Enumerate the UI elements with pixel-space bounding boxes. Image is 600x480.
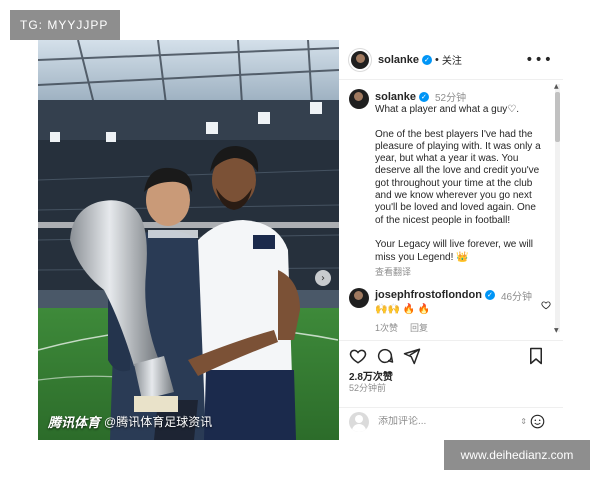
post-media[interactable]: › 腾讯体育 @腾讯体育足球资讯: [38, 40, 339, 440]
carousel-next-button[interactable]: ›: [315, 270, 331, 286]
post-photo: [38, 40, 339, 440]
scroll-up-icon[interactable]: ▲: [554, 83, 559, 90]
comment-avatar[interactable]: [349, 287, 369, 308]
sort-arrows-icon[interactable]: ⇕: [520, 417, 527, 426]
post-header: solanke ✓ • 关注 •••: [339, 40, 563, 80]
chevron-right-icon: ›: [321, 272, 325, 284]
caption-avatar[interactable]: [349, 89, 369, 109]
scroll-down-icon[interactable]: ▼: [554, 327, 559, 334]
emoji-icon[interactable]: [530, 414, 545, 429]
action-bar: [339, 340, 563, 370]
media-watermark: 腾讯体育 @腾讯体育足球资讯: [48, 412, 212, 431]
overlay-tag: TG: MYYJJPP: [10, 10, 120, 40]
translate-link[interactable]: 查看翻译: [375, 265, 547, 278]
caption: solanke ✓ 52分钟 What a player and what a …: [349, 89, 547, 278]
post-username[interactable]: solanke: [378, 54, 419, 66]
avatar[interactable]: [349, 48, 371, 71]
share-icon[interactable]: [403, 347, 421, 365]
post-timestamp: 52分钟前: [349, 383, 387, 393]
scrollbar-thumb[interactable]: [555, 92, 560, 142]
post-panel: solanke ✓ • 关注 ••• solanke ✓ 52分钟 What a…: [339, 40, 563, 440]
site-watermark: www.deihedianz.com: [444, 440, 590, 470]
caption-text: What a player and what a guy♡. One of th…: [375, 104, 541, 263]
comment-item: josephfrostoflondon ✓ 46分钟 🙌🙌 🔥 🔥 1次赞 回复: [349, 287, 551, 334]
separator: •: [434, 53, 439, 66]
media-watermark-text: @腾讯体育足球资讯: [104, 415, 213, 429]
comment-icon[interactable]: [376, 347, 394, 365]
verified-icon: ✓: [484, 290, 495, 301]
comment-username[interactable]: josephfrostoflondon: [375, 289, 482, 301]
follow-button[interactable]: 关注: [442, 52, 462, 67]
comment-input[interactable]: [378, 416, 521, 427]
verified-icon: ✓: [418, 91, 429, 102]
comments-scrollbar[interactable]: ▲ ▼: [553, 83, 561, 334]
comments-list[interactable]: solanke ✓ 52分钟 What a player and what a …: [339, 81, 563, 373]
more-options-icon[interactable]: •••: [525, 52, 553, 68]
media-watermark-brand: 腾讯体育: [48, 415, 101, 430]
verified-icon: ✓: [421, 54, 432, 65]
caption-time: 52分钟: [434, 93, 467, 104]
heart-icon[interactable]: [349, 347, 367, 365]
comment-like-icon[interactable]: [541, 300, 551, 310]
user-avatar: [349, 411, 369, 432]
comment-time: 46分钟: [500, 291, 533, 303]
comment-text: 🙌🙌 🔥 🔥: [375, 303, 431, 315]
bookmark-icon[interactable]: [527, 347, 545, 365]
reply-button[interactable]: 回复: [410, 321, 428, 334]
add-comment-bar: ⇕: [339, 407, 563, 435]
caption-username[interactable]: solanke: [375, 91, 416, 103]
comment-likes[interactable]: 1次赞: [375, 321, 398, 334]
